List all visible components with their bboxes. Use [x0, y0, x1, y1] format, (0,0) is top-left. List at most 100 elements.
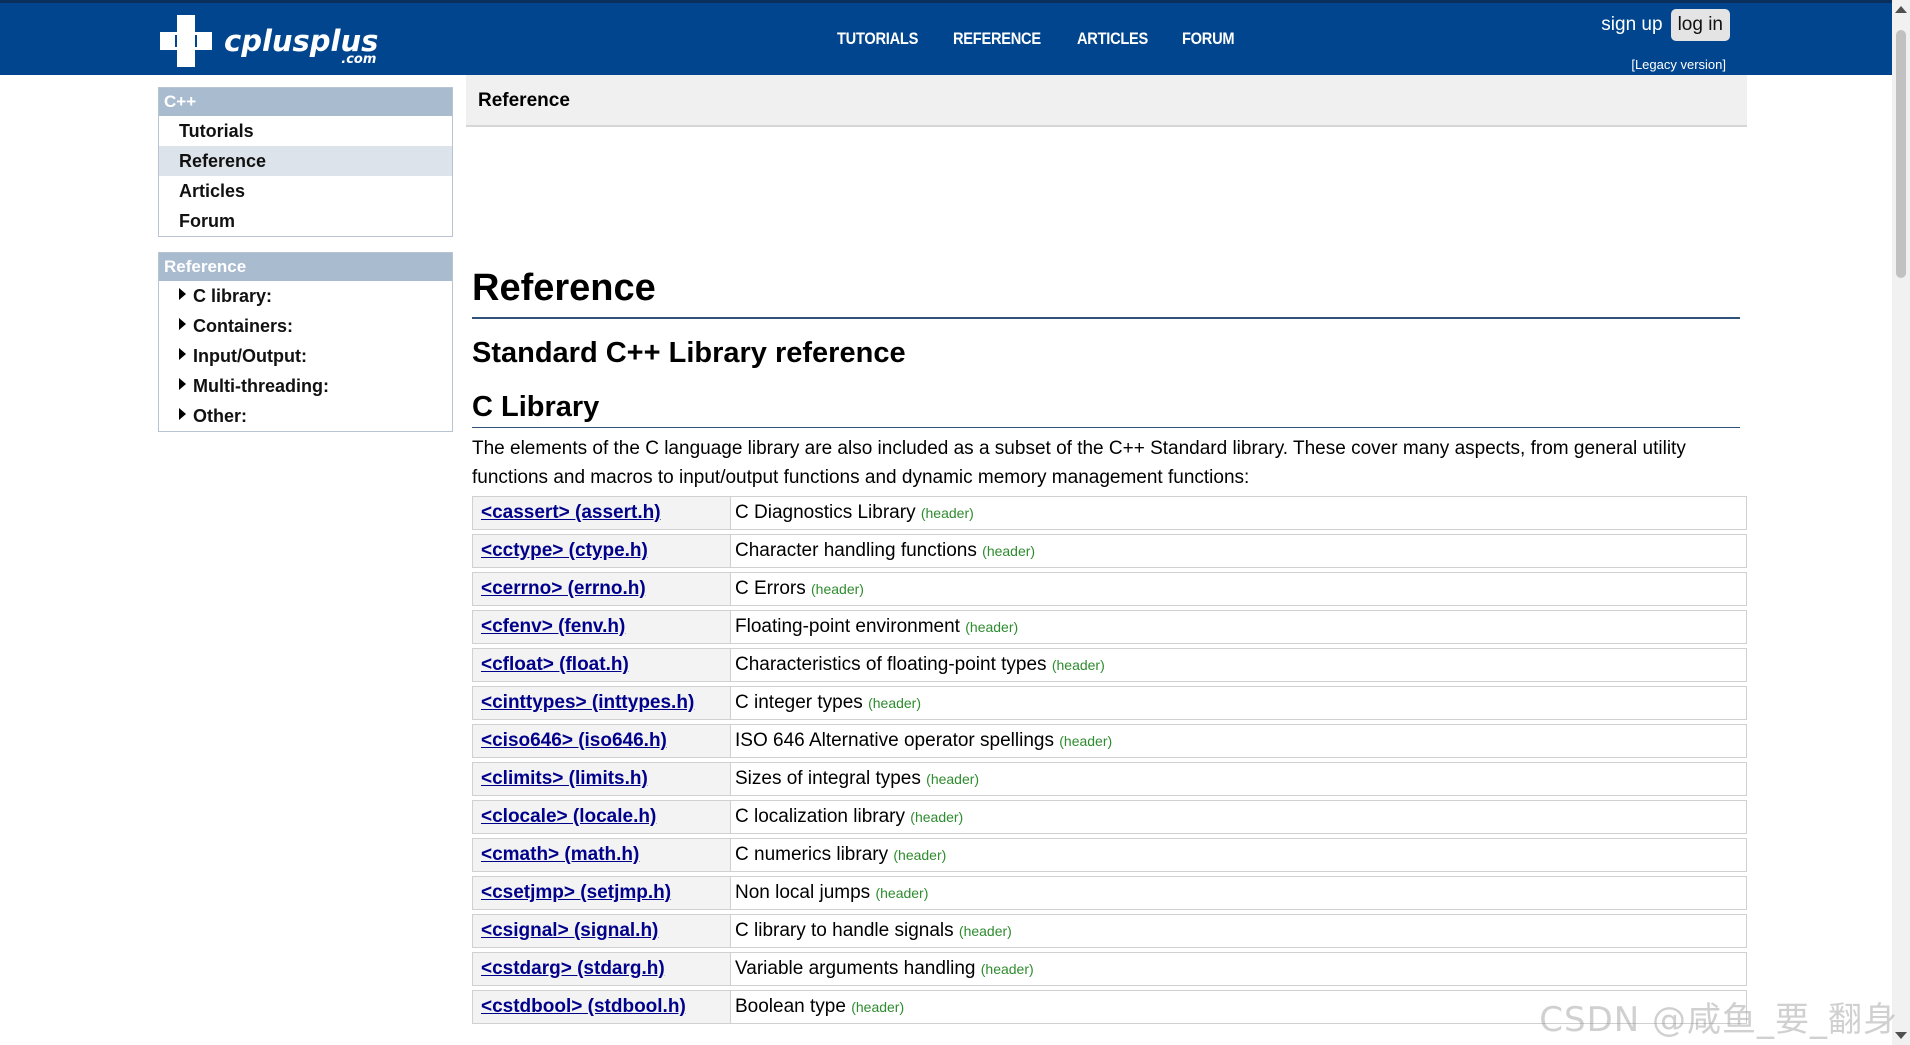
header-link[interactable]: <cerrno> (errno.h) [481, 578, 646, 599]
table-row: <cfloat> (float.h) Characteristics of flo… [472, 648, 1747, 682]
header-description: Floating-point environment [735, 616, 960, 637]
header-description: C integer types [735, 692, 863, 713]
header-name-cell: <cfloat> (float.h) [472, 648, 731, 682]
sidebar-item-c-library[interactable]: C library: [159, 281, 452, 311]
table-row: <cctype> (ctype.h) Character handling fun… [472, 534, 1747, 568]
header-link[interactable]: <cassert> (assert.h) [481, 502, 661, 523]
header-tag: (header) [982, 543, 1036, 559]
header-link[interactable]: <ciso646> (iso646.h) [481, 730, 667, 751]
sidebar-item-label: Input/Output: [193, 346, 307, 366]
header-description: Sizes of integral types [735, 768, 921, 789]
header-tag: (header) [893, 847, 947, 863]
sidebar-item-articles[interactable]: Articles [159, 176, 452, 206]
header-tag: (header) [875, 885, 929, 901]
header-name-cell: <cassert> (assert.h) [472, 496, 731, 530]
table-row: <cerrno> (errno.h) C Errors (header) [472, 572, 1747, 606]
sidebar-item-tutorials[interactable]: Tutorials [159, 116, 452, 146]
expand-triangle-icon [179, 408, 186, 420]
table-row: <ciso646> (iso646.h) ISO 646 Alternative … [472, 724, 1747, 758]
main-content: Reference Standard C++ Library reference… [472, 262, 1747, 1028]
sidebar-item-other[interactable]: Other: [159, 401, 452, 431]
section-heading: C Library [472, 387, 1740, 428]
top-nav: TUTORIALS REFERENCE ARTICLES FORUM [837, 29, 1243, 49]
sidebar-item-label: C library: [193, 286, 273, 306]
header-link[interactable]: <clocale> (locale.h) [481, 806, 656, 827]
nav-tutorials[interactable]: TUTORIALS [837, 29, 918, 49]
header-link[interactable]: <csignal> (signal.h) [481, 920, 658, 941]
log-in-button[interactable]: log in [1670, 9, 1730, 41]
table-row: <cfenv> (fenv.h) Floating-point environme… [472, 610, 1747, 644]
header-tag: (header) [910, 809, 964, 825]
header-tag: (header) [1051, 657, 1105, 673]
header-name-cell: <cstdarg> (stdarg.h) [472, 952, 731, 986]
header-description-cell: Floating-point environment (header) [731, 610, 1747, 644]
header-link[interactable]: <csetjmp> (setjmp.h) [481, 882, 671, 903]
sidebar-reference-heading: Reference [159, 253, 452, 281]
library-table: <cassert> (assert.h) C Diagnostics Librar… [472, 492, 1747, 1028]
sidebar-item-input-output[interactable]: Input/Output: [159, 341, 452, 371]
header-name-cell: <clocale> (locale.h) [472, 800, 731, 834]
header-description-cell: Character handling functions (header) [731, 534, 1747, 568]
header-name-cell: <cfenv> (fenv.h) [472, 610, 731, 644]
header-description: Character handling functions [735, 540, 977, 561]
header-tag: (header) [1059, 733, 1113, 749]
page-scrollbar[interactable] [1892, 0, 1910, 1045]
header-link[interactable]: <cmath> (math.h) [481, 844, 639, 865]
legacy-version-link[interactable]: [Legacy version] [1631, 57, 1726, 72]
header-name-cell: <climits> (limits.h) [472, 762, 731, 796]
site-logo[interactable]: cplusplus .com [158, 13, 378, 69]
header-description-cell: C numerics library (header) [731, 838, 1747, 872]
header-tag: (header) [965, 619, 1019, 635]
header-link[interactable]: <cstdbool> (stdbool.h) [481, 996, 686, 1017]
sidebar-item-reference[interactable]: Reference [159, 146, 452, 176]
sidebar-cpp-box: C++ Tutorials Reference Articles Forum [158, 87, 453, 237]
header-description-cell: C localization library (header) [731, 800, 1747, 834]
header-description-cell: Variable arguments handling (header) [731, 952, 1747, 986]
header-description-cell: Sizes of integral types (header) [731, 762, 1747, 796]
sidebar-cpp-heading: C++ [159, 88, 452, 116]
header-description-cell: Non local jumps (header) [731, 876, 1747, 910]
header-name-cell: <csignal> (signal.h) [472, 914, 731, 948]
scroll-up-icon[interactable] [1895, 6, 1907, 13]
table-row: <cinttypes> (inttypes.h) C integer types … [472, 686, 1747, 720]
header-description-cell: Characteristics of floating-point types … [731, 648, 1747, 682]
nav-forum[interactable]: FORUM [1182, 29, 1235, 49]
table-row: <cmath> (math.h) C numerics library (head… [472, 838, 1747, 872]
table-row: <csignal> (signal.h) C library to handle … [472, 914, 1747, 948]
header-name-cell: <cctype> (ctype.h) [472, 534, 731, 568]
sidebar-item-label: Multi-threading: [193, 376, 329, 396]
sidebar-item-multi-threading[interactable]: Multi-threading: [159, 371, 452, 401]
header-link[interactable]: <cstdarg> (stdarg.h) [481, 958, 665, 979]
sign-up-link[interactable]: sign up [1601, 14, 1662, 36]
table-row: <clocale> (locale.h) C localization libra… [472, 800, 1747, 834]
header-name-cell: <cstdbool> (stdbool.h) [472, 990, 731, 1024]
header-description-cell: ISO 646 Alternative operator spellings (… [731, 724, 1747, 758]
site-header: cplusplus .com TUTORIALS REFERENCE ARTIC… [0, 0, 1892, 75]
sidebar-item-forum[interactable]: Forum [159, 206, 452, 236]
header-description: Non local jumps [735, 882, 871, 903]
header-tag: (header) [958, 923, 1012, 939]
header-link[interactable]: <cfloat> (float.h) [481, 654, 629, 675]
cross-logo-icon [158, 13, 214, 69]
page-title: Reference [472, 262, 1740, 319]
header-link[interactable]: <cctype> (ctype.h) [481, 540, 648, 561]
header-description: Variable arguments handling [735, 958, 976, 979]
expand-triangle-icon [179, 288, 186, 300]
nav-articles[interactable]: ARTICLES [1077, 29, 1148, 49]
header-tag: (header) [920, 505, 974, 521]
page-subtitle: Standard C++ Library reference [472, 337, 906, 369]
sidebar-item-label: Other: [193, 406, 247, 426]
header-link[interactable]: <cinttypes> (inttypes.h) [481, 692, 694, 713]
header-description: C library to handle signals [735, 920, 954, 941]
header-link[interactable]: <cfenv> (fenv.h) [481, 616, 625, 637]
auth-links: sign up log in [1601, 9, 1730, 41]
header-link[interactable]: <climits> (limits.h) [481, 768, 648, 789]
nav-reference[interactable]: REFERENCE [953, 29, 1041, 49]
sidebar-item-containers[interactable]: Containers: [159, 311, 452, 341]
header-name-cell: <csetjmp> (setjmp.h) [472, 876, 731, 910]
section-intro: The elements of the C language library a… [472, 438, 1686, 488]
scroll-thumb[interactable] [1896, 30, 1906, 278]
header-description-cell: C integer types (header) [731, 686, 1747, 720]
table-row: <cstdarg> (stdarg.h) Variable arguments h… [472, 952, 1747, 986]
header-description: C Errors [735, 578, 806, 599]
